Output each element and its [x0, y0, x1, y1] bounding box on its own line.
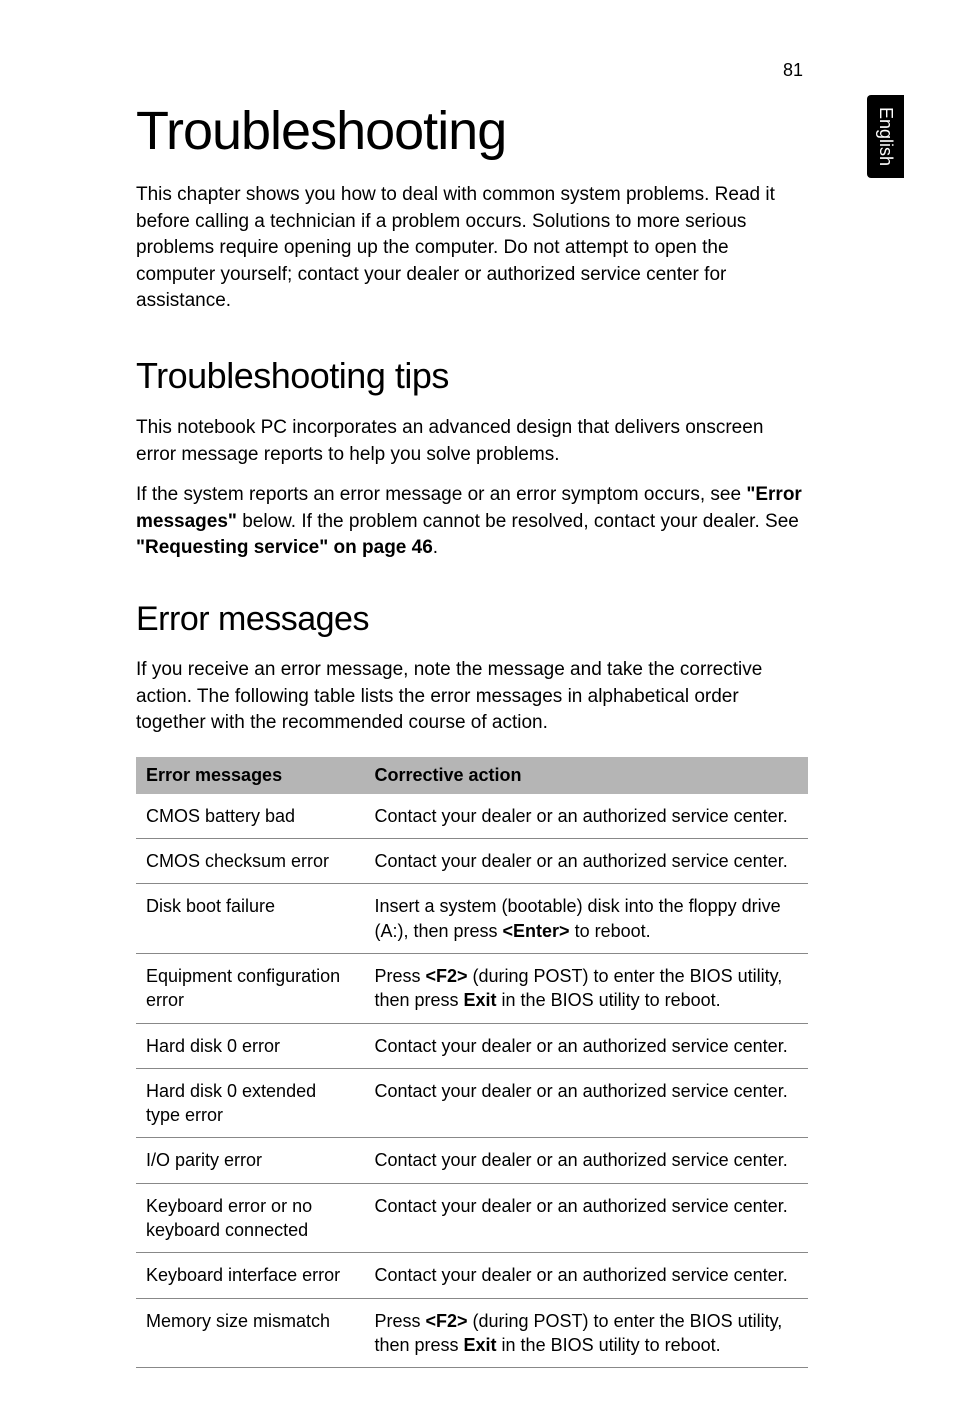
error-cell: Memory size mismatch: [136, 1298, 364, 1368]
menu-ref: Exit: [464, 990, 497, 1010]
error-cell: CMOS checksum error: [136, 839, 364, 884]
main-content: Troubleshooting This chapter shows you h…: [0, 0, 954, 1428]
text-fragment: .: [433, 537, 438, 558]
table-row: Disk boot failure Insert a system (boota…: [136, 884, 808, 954]
error-cell: Hard disk 0 extended type error: [136, 1068, 364, 1138]
table-row: CMOS battery bad Contact your dealer or …: [136, 794, 808, 839]
action-cell: Contact your dealer or an authorized ser…: [364, 1183, 808, 1253]
section-heading-error-messages: Error messages: [136, 600, 808, 639]
tips-paragraph-1: This notebook PC incorporates an advance…: [136, 415, 808, 468]
error-cell: Keyboard interface error: [136, 1253, 364, 1298]
error-messages-table: Error messages Corrective action CMOS ba…: [136, 757, 808, 1368]
table-row: Hard disk 0 error Contact your dealer or…: [136, 1023, 808, 1068]
text-fragment: to reboot.: [570, 921, 651, 941]
action-cell: Press <F2> (during POST) to enter the BI…: [364, 1298, 808, 1368]
table-header-row: Error messages Corrective action: [136, 757, 808, 794]
action-cell: Insert a system (bootable) disk into the…: [364, 884, 808, 954]
action-cell: Contact your dealer or an authorized ser…: [364, 1253, 808, 1298]
table-row: Keyboard error or no keyboard connected …: [136, 1183, 808, 1253]
menu-ref: Exit: [464, 1335, 497, 1355]
requesting-service-ref: "Requesting service" on page 46: [136, 537, 433, 558]
text-fragment: If the system reports an error message o…: [136, 484, 746, 505]
intro-paragraph: This chapter shows you how to deal with …: [136, 182, 808, 315]
table-row: Equipment configuration error Press <F2>…: [136, 953, 808, 1023]
error-cell: CMOS battery bad: [136, 794, 364, 839]
key-ref: <F2>: [425, 966, 467, 986]
action-cell: Press <F2> (during POST) to enter the BI…: [364, 953, 808, 1023]
text-fragment: Press: [374, 1311, 425, 1331]
text-fragment: Press: [374, 966, 425, 986]
table-row: Memory size mismatch Press <F2> (during …: [136, 1298, 808, 1368]
table-row: Keyboard interface error Contact your de…: [136, 1253, 808, 1298]
table-row: Hard disk 0 extended type error Contact …: [136, 1068, 808, 1138]
page-title: Troubleshooting: [136, 100, 808, 162]
section-heading-tips: Troubleshooting tips: [136, 355, 808, 397]
key-ref: <F2>: [425, 1311, 467, 1331]
action-cell: Contact your dealer or an authorized ser…: [364, 1023, 808, 1068]
action-cell: Contact your dealer or an authorized ser…: [364, 839, 808, 884]
language-tab: English: [867, 95, 904, 178]
action-cell: Contact your dealer or an authorized ser…: [364, 1138, 808, 1183]
table-row: CMOS checksum error Contact your dealer …: [136, 839, 808, 884]
table-row: I/O parity error Contact your dealer or …: [136, 1138, 808, 1183]
action-cell: Contact your dealer or an authorized ser…: [364, 1068, 808, 1138]
error-messages-paragraph: If you receive an error message, note th…: [136, 657, 808, 737]
error-cell: Disk boot failure: [136, 884, 364, 954]
table-header-error: Error messages: [136, 757, 364, 794]
page-number: 81: [783, 60, 803, 81]
text-fragment: in the BIOS utility to reboot.: [497, 1335, 721, 1355]
table-header-action: Corrective action: [364, 757, 808, 794]
error-cell: Hard disk 0 error: [136, 1023, 364, 1068]
action-cell: Contact your dealer or an authorized ser…: [364, 794, 808, 839]
tips-paragraph-2: If the system reports an error message o…: [136, 482, 808, 562]
key-ref: <Enter>: [503, 921, 570, 941]
text-fragment: below. If the problem cannot be resolved…: [237, 511, 799, 532]
error-cell: Keyboard error or no keyboard connected: [136, 1183, 364, 1253]
error-cell: I/O parity error: [136, 1138, 364, 1183]
text-fragment: in the BIOS utility to reboot.: [497, 990, 721, 1010]
error-cell: Equipment configuration error: [136, 953, 364, 1023]
